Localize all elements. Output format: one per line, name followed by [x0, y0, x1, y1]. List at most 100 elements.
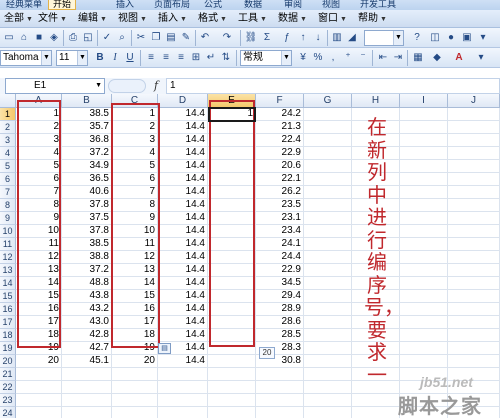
- cell-a17[interactable]: 17: [16, 316, 62, 329]
- cell-j18[interactable]: [448, 329, 500, 342]
- cell-e7[interactable]: [208, 186, 256, 199]
- cell-j4[interactable]: [448, 147, 500, 160]
- cell-j19[interactable]: [448, 342, 500, 355]
- name-box[interactable]: E1 ▼: [5, 78, 105, 94]
- cell-j1[interactable]: [448, 108, 500, 121]
- cell-i14[interactable]: [400, 277, 448, 290]
- cell-e16[interactable]: [208, 303, 256, 316]
- cell-d3[interactable]: 14.4: [158, 134, 208, 147]
- cell-f13[interactable]: 22.9: [256, 264, 304, 277]
- research-icon[interactable]: ⌕: [115, 31, 129, 45]
- row-header-2[interactable]: 2: [0, 121, 16, 134]
- cell-d9[interactable]: 14.4: [158, 212, 208, 225]
- row-header-1[interactable]: 1: [0, 108, 16, 121]
- cell-b3[interactable]: 36.8: [62, 134, 112, 147]
- cell-d13[interactable]: 14.4: [158, 264, 208, 277]
- cell-g12[interactable]: [304, 251, 352, 264]
- cell-f18[interactable]: 28.5: [256, 329, 304, 342]
- row-header-21[interactable]: 21: [0, 368, 16, 381]
- cell-f14[interactable]: 34.5: [256, 277, 304, 290]
- menu-file[interactable]: 文件 ▼: [36, 12, 69, 26]
- cell-a5[interactable]: 5: [16, 160, 62, 173]
- text-direction-icon[interactable]: ⇅: [219, 51, 233, 65]
- cell-i4[interactable]: [400, 147, 448, 160]
- wrap-text-icon[interactable]: ↵: [204, 51, 218, 65]
- cell-c23[interactable]: [112, 394, 158, 407]
- row-header-23[interactable]: 23: [0, 394, 16, 407]
- cell-i10[interactable]: [400, 225, 448, 238]
- column-header-c[interactable]: C: [112, 94, 158, 108]
- cell-f3[interactable]: 22.4: [256, 134, 304, 147]
- cell-g23[interactable]: [304, 394, 352, 407]
- align-center-icon[interactable]: ≡: [159, 51, 173, 65]
- cell-b14[interactable]: 48.8: [62, 277, 112, 290]
- cell-g6[interactable]: [304, 173, 352, 186]
- cell-b17[interactable]: 43.0: [62, 316, 112, 329]
- underline-button[interactable]: U: [123, 51, 137, 65]
- cell-b5[interactable]: 34.9: [62, 160, 112, 173]
- cell-d16[interactable]: 14.4: [158, 303, 208, 316]
- cell-g16[interactable]: [304, 303, 352, 316]
- cell-c13[interactable]: 13: [112, 264, 158, 277]
- cell-f10[interactable]: 23.4: [256, 225, 304, 238]
- cell-a8[interactable]: 8: [16, 199, 62, 212]
- cell-f8[interactable]: 23.5: [256, 199, 304, 212]
- cell-e12[interactable]: [208, 251, 256, 264]
- cell-f7[interactable]: 26.2: [256, 186, 304, 199]
- cell-f22[interactable]: [256, 381, 304, 394]
- cell-a20[interactable]: 20: [16, 355, 62, 368]
- increase-indent-icon[interactable]: ⇥: [391, 51, 405, 65]
- cell-j12[interactable]: [448, 251, 500, 264]
- column-header-a[interactable]: A: [16, 94, 62, 108]
- cell-b4[interactable]: 37.2: [62, 147, 112, 160]
- bold-button[interactable]: B: [93, 51, 107, 65]
- cell-a4[interactable]: 4: [16, 147, 62, 160]
- cell-d2[interactable]: 14.4: [158, 121, 208, 134]
- cell-e8[interactable]: [208, 199, 256, 212]
- menu-format[interactable]: 格式 ▼: [196, 12, 229, 26]
- cell-h23[interactable]: [352, 394, 400, 407]
- row-header-4[interactable]: 4: [0, 147, 16, 160]
- menu-help[interactable]: 帮助 ▼: [356, 12, 389, 26]
- cell-f21[interactable]: [256, 368, 304, 381]
- cell-a23[interactable]: [16, 394, 62, 407]
- row-header-17[interactable]: 17: [0, 316, 16, 329]
- bullet-icon[interactable]: ●: [444, 31, 458, 45]
- column-header-b[interactable]: B: [62, 94, 112, 108]
- cell-e15[interactable]: [208, 290, 256, 303]
- cell-d11[interactable]: 14.4: [158, 238, 208, 251]
- comma-button[interactable]: ,: [326, 51, 340, 65]
- options-icon[interactable]: ▾: [476, 31, 490, 45]
- undo-icon[interactable]: ↶: [198, 31, 212, 45]
- cell-g15[interactable]: [304, 290, 352, 303]
- decrease-decimal-icon[interactable]: ⁻: [356, 51, 370, 65]
- cell-c9[interactable]: 9: [112, 212, 158, 225]
- cell-b8[interactable]: 37.8: [62, 199, 112, 212]
- cell-f6[interactable]: 22.1: [256, 173, 304, 186]
- cell-e21[interactable]: [208, 368, 256, 381]
- cell-i18[interactable]: [400, 329, 448, 342]
- cell-c5[interactable]: 5: [112, 160, 158, 173]
- cell-c10[interactable]: 10: [112, 225, 158, 238]
- cell-g18[interactable]: [304, 329, 352, 342]
- row-header-12[interactable]: 12: [0, 251, 16, 264]
- insert-function-icon[interactable]: f: [148, 78, 164, 94]
- cell-j6[interactable]: [448, 173, 500, 186]
- save-icon[interactable]: ■: [32, 31, 46, 45]
- cell-a9[interactable]: 9: [16, 212, 62, 225]
- sort-descending-icon[interactable]: ↓: [311, 31, 325, 45]
- cell-b6[interactable]: 36.5: [62, 173, 112, 186]
- chart-icon[interactable]: ▥: [330, 31, 344, 45]
- cell-c21[interactable]: [112, 368, 158, 381]
- cell-b2[interactable]: 35.7: [62, 121, 112, 134]
- font-size-select[interactable]: 11 ▼: [56, 50, 88, 66]
- cell-b18[interactable]: 42.8: [62, 329, 112, 342]
- fill-color-icon[interactable]: ◆: [430, 51, 444, 65]
- drawing-icon[interactable]: ◢: [345, 31, 359, 45]
- cell-a11[interactable]: 11: [16, 238, 62, 251]
- cell-j16[interactable]: [448, 303, 500, 316]
- merge-center-icon[interactable]: ⊞: [189, 51, 203, 65]
- split-icon[interactable]: ◫: [428, 31, 442, 45]
- cell-b22[interactable]: [62, 381, 112, 394]
- cell-j14[interactable]: [448, 277, 500, 290]
